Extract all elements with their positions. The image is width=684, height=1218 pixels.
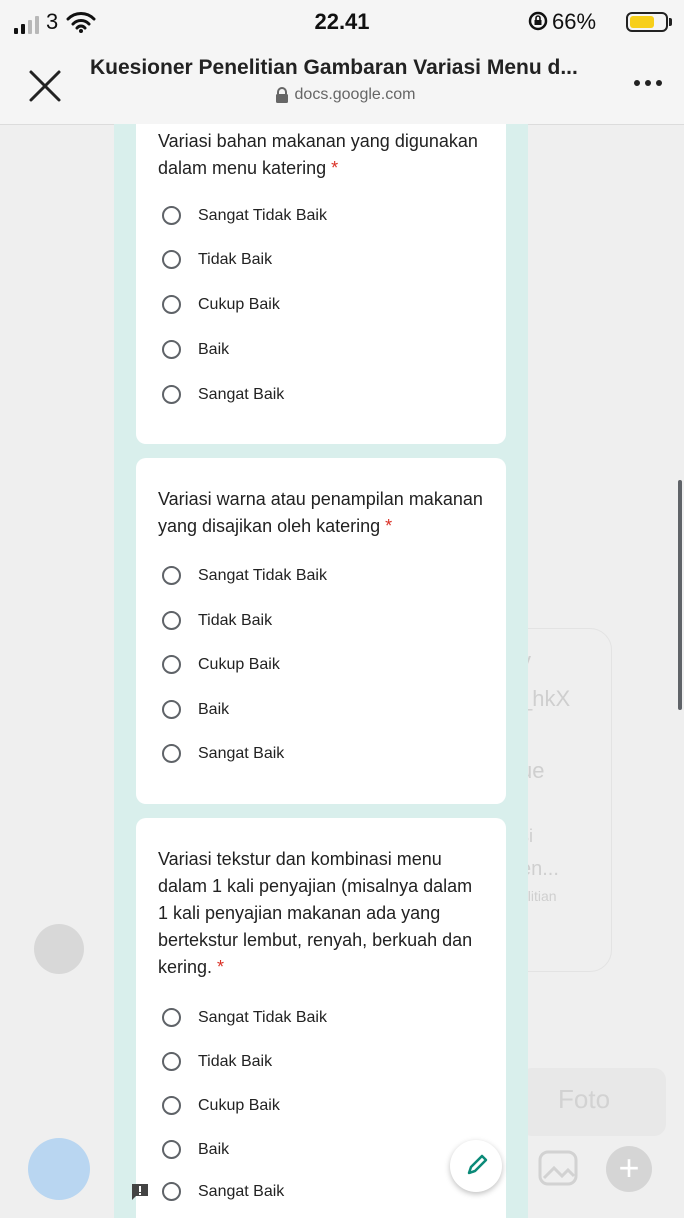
more-icon[interactable]	[634, 80, 670, 92]
radio-option[interactable]: Cukup Baik	[162, 295, 280, 314]
option-label: Sangat Tidak Baik	[198, 206, 327, 224]
form-container: Variasi bahan makanan yang digunakan dal…	[114, 124, 528, 1218]
option-label: Sangat Baik	[198, 744, 285, 762]
option-label: Cukup Baik	[198, 655, 280, 673]
url-text: docs.google.com	[294, 86, 416, 103]
lock-icon	[275, 87, 288, 103]
radio-button[interactable]	[162, 566, 181, 585]
radio-option[interactable]: Tidak Baik	[162, 611, 272, 630]
close-icon[interactable]	[22, 62, 68, 108]
radio-button[interactable]	[162, 611, 181, 630]
question-text: Variasi tekstur dan kombinasi menu dalam…	[158, 849, 473, 977]
url-display[interactable]: docs.google.com	[90, 86, 600, 104]
radio-option[interactable]: Cukup Baik	[162, 655, 280, 674]
option-label: Sangat Tidak Baik	[198, 566, 327, 584]
radio-button[interactable]	[162, 250, 181, 269]
edit-fab[interactable]	[450, 1140, 502, 1192]
radio-option[interactable]: Sangat Tidak Baik	[162, 1008, 327, 1027]
battery-percent: 66%	[552, 9, 597, 34]
radio-button[interactable]	[162, 1182, 181, 1201]
radio-option[interactable]: Sangat Tidak Baik	[162, 206, 327, 225]
radio-option[interactable]: Tidak Baik	[162, 250, 272, 269]
plus-icon: +	[606, 1146, 652, 1192]
option-label: Cukup Baik	[198, 1096, 280, 1114]
radio-option[interactable]: Baik	[162, 700, 229, 719]
option-label: Baik	[198, 1140, 230, 1158]
radio-option[interactable]: Baik	[162, 1140, 229, 1159]
radio-button[interactable]	[162, 1052, 181, 1071]
scrollbar[interactable]	[678, 480, 682, 710]
battery-icon	[626, 12, 668, 32]
radio-button[interactable]	[162, 655, 181, 674]
radio-button[interactable]	[162, 295, 181, 314]
browser-header: Kuesioner Penelitian Gambaran Variasi Me…	[0, 50, 684, 125]
avatar	[34, 924, 84, 974]
option-label: Sangat Baik	[198, 1182, 285, 1200]
feedback-icon[interactable]	[130, 1182, 150, 1202]
rotation-lock-icon	[528, 11, 548, 31]
radio-option[interactable]: Cukup Baik	[162, 1096, 280, 1115]
option-label: Cukup Baik	[198, 295, 280, 313]
option-label: Sangat Baik	[198, 385, 285, 403]
pencil-icon	[467, 1154, 488, 1175]
radio-button[interactable]	[162, 340, 181, 359]
radio-option[interactable]: Baik	[162, 340, 229, 359]
radio-button[interactable]	[162, 1096, 181, 1115]
radio-button[interactable]	[162, 206, 181, 225]
option-label: Tidak Baik	[198, 250, 273, 268]
radio-button[interactable]	[162, 1140, 181, 1159]
radio-button[interactable]	[162, 1008, 181, 1027]
radio-option[interactable]: Tidak Baik	[162, 1052, 272, 1071]
option-label: Baik	[198, 340, 230, 358]
radio-option[interactable]: Sangat Baik	[162, 744, 284, 763]
status-bar: 3 22.41 66%	[0, 0, 684, 50]
image-icon	[538, 1150, 578, 1186]
background-foto-button: Foto	[520, 1068, 666, 1136]
option-label: Tidak Baik	[198, 1052, 273, 1070]
radio-option[interactable]: Sangat Baik	[162, 385, 284, 404]
question-card: Variasi bahan makanan yang digunakan dal…	[136, 124, 506, 444]
camera-icon	[28, 1138, 90, 1200]
radio-option[interactable]: Sangat Baik	[162, 1182, 284, 1201]
option-label: Sangat Tidak Baik	[198, 1008, 327, 1026]
question-text: Variasi bahan makanan yang digunakan dal…	[158, 131, 478, 178]
radio-button[interactable]	[162, 744, 181, 763]
radio-option[interactable]: Sangat Tidak Baik	[162, 566, 327, 585]
page-title: Kuesioner Penelitian Gambaran Variasi Me…	[90, 56, 578, 79]
question-text: Variasi warna atau penampilan makanan ya…	[158, 489, 483, 536]
radio-button[interactable]	[162, 385, 181, 404]
option-label: Baik	[198, 700, 230, 718]
question-card: Variasi warna atau penampilan makanan ya…	[136, 458, 506, 804]
radio-button[interactable]	[162, 700, 181, 719]
option-label: Tidak Baik	[198, 611, 273, 629]
